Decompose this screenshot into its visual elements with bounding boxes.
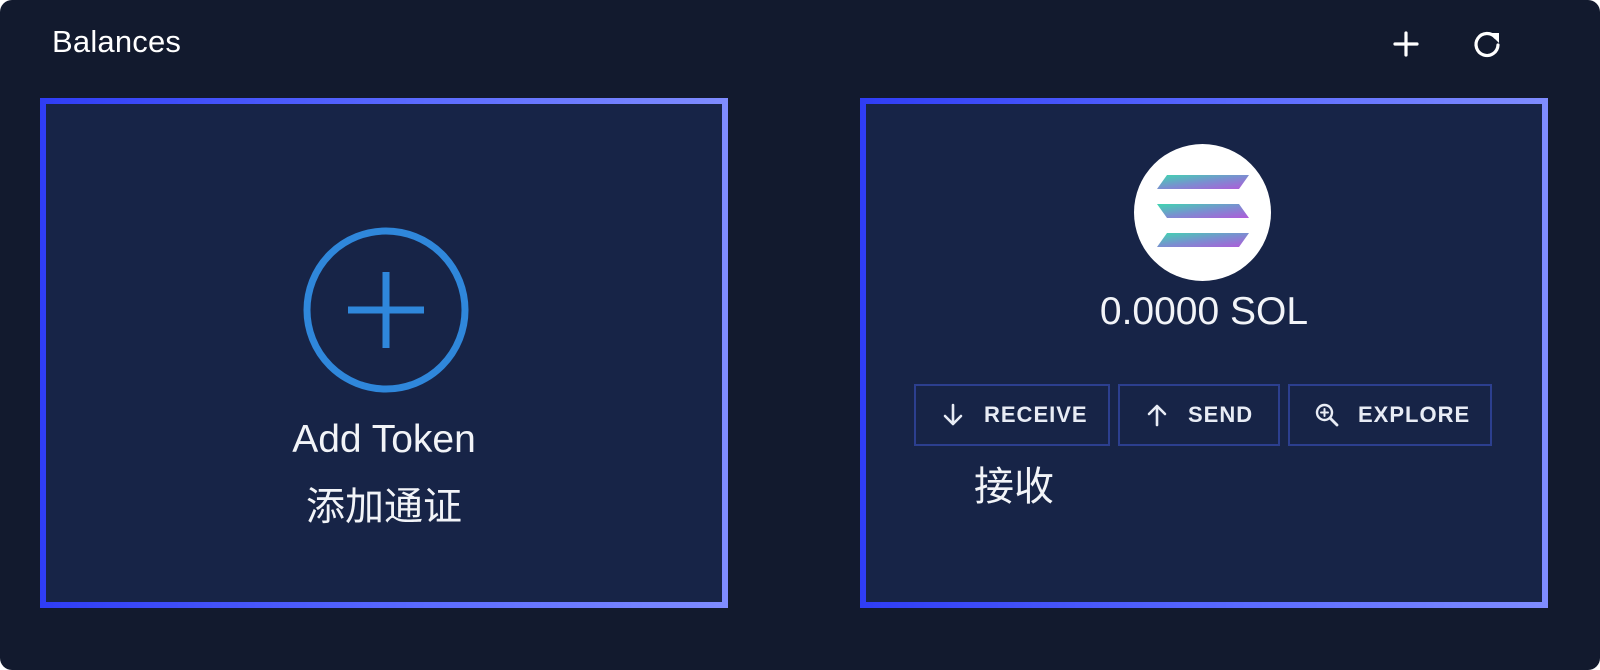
add-token-label: Add Token bbox=[292, 418, 476, 461]
sol-balance-card-body: 0.0000 SOL RECEIVE SEND EXPLORE 接收 bbox=[866, 104, 1542, 602]
plus-circle-icon bbox=[303, 227, 469, 393]
sol-balance-card: 0.0000 SOL RECEIVE SEND EXPLORE 接收 bbox=[860, 98, 1548, 608]
explore-button[interactable]: EXPLORE bbox=[1288, 384, 1492, 446]
refresh-button[interactable] bbox=[1465, 22, 1509, 66]
refresh-icon bbox=[1474, 31, 1500, 58]
receive-label-zh: 接收 bbox=[974, 465, 1054, 509]
send-label: SEND bbox=[1188, 402, 1254, 427]
add-token-label-zh: 添加通证 bbox=[305, 486, 462, 529]
explore-label: EXPLORE bbox=[1358, 402, 1471, 427]
arrow-up-icon bbox=[1144, 402, 1170, 428]
send-button[interactable]: SEND bbox=[1118, 384, 1280, 446]
balances-panel: Balances Add Token 添加通证 0.0000 SOL RECEI… bbox=[0, 0, 1600, 670]
page-title: Balances bbox=[52, 24, 182, 59]
plus-icon bbox=[1393, 31, 1419, 57]
solana-logo-icon bbox=[1134, 144, 1271, 281]
add-token-card-body: Add Token 添加通证 bbox=[46, 104, 722, 602]
add-token-card[interactable]: Add Token 添加通证 bbox=[40, 98, 728, 608]
receive-label: RECEIVE bbox=[984, 402, 1088, 427]
sol-balance: 0.0000 SOL bbox=[1099, 290, 1309, 333]
add-token-button[interactable] bbox=[1384, 22, 1428, 66]
zoom-in-icon bbox=[1314, 402, 1340, 428]
receive-button[interactable]: RECEIVE bbox=[914, 384, 1110, 446]
arrow-down-icon bbox=[940, 402, 966, 428]
